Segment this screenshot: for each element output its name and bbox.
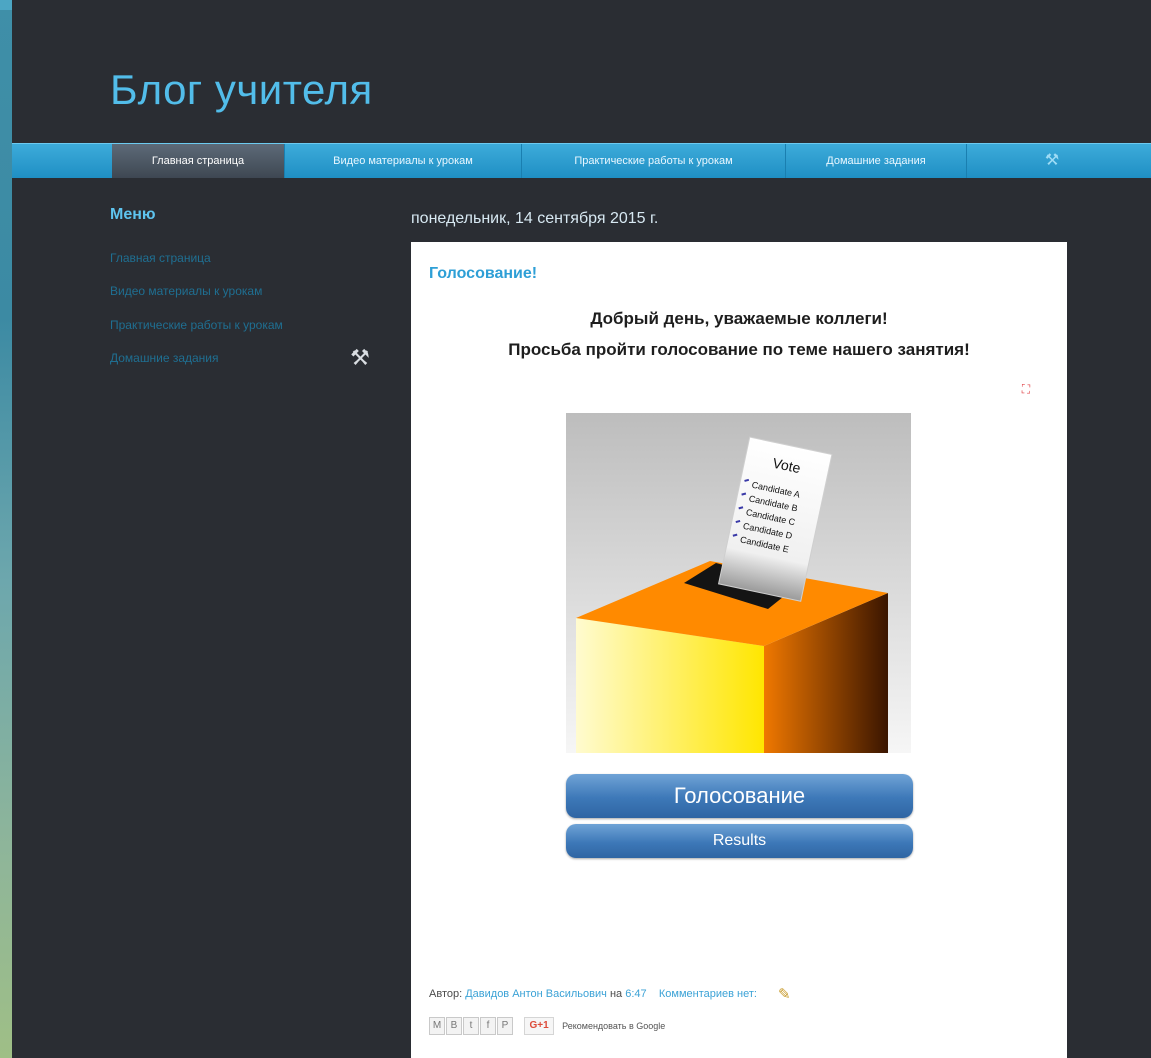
twitter-share-icon[interactable]: t	[463, 1017, 479, 1035]
blog-title[interactable]: Блог учителя	[110, 66, 373, 114]
sidebar-item-video-materials[interactable]: Видео материалы к урокам	[110, 284, 262, 298]
tab-homework[interactable]: Домашние задания	[786, 144, 967, 178]
sidebar-item-home[interactable]: Главная страница	[110, 251, 211, 265]
google-plus-text: Рекомендовать в Google	[562, 1021, 666, 1031]
wrench-screwdriver-icon[interactable]: ⚒	[1042, 152, 1062, 170]
pencil-icon[interactable]: ✎	[778, 985, 791, 1003]
comments-link[interactable]: Комментариев нет:	[659, 988, 757, 1000]
wrench-screwdriver-icon[interactable]: ⚒	[348, 346, 372, 370]
navbar: Главная страница Видео материалы к урока…	[12, 143, 1151, 178]
results-button[interactable]: Results	[566, 824, 913, 858]
blog-page: Блог учителя Главная страница Видео мате…	[12, 0, 1151, 1058]
post-time-link[interactable]: 6:47	[625, 988, 646, 1000]
blogger-share-icon[interactable]: B	[446, 1017, 462, 1035]
tab-video-materials[interactable]: Видео материалы к урокам	[285, 144, 522, 178]
post-greeting: Добрый день, уважаемые коллеги!	[590, 309, 888, 328]
post-footer: Автор: Давидов Антон Васильович на 6:47 …	[429, 985, 791, 1003]
google-plus-button[interactable]: G+1	[524, 1017, 554, 1035]
tab-practical-works[interactable]: Практические работы к урокам	[522, 144, 786, 178]
expand-icon[interactable]: ⛶	[1019, 382, 1033, 396]
vote-button[interactable]: Голосование	[566, 774, 913, 818]
post-date-header: понедельник, 14 сентября 2015 г.	[411, 210, 659, 227]
author-link[interactable]: Давидов Антон Васильович	[465, 988, 607, 1000]
sidebar-item-homework[interactable]: Домашние задания	[110, 351, 219, 365]
pinterest-share-icon[interactable]: P	[497, 1017, 513, 1035]
ballot-box-image: Vote Candidate A Candidate B Candidate C…	[566, 413, 911, 753]
time-prefix: на	[609, 987, 623, 1000]
author-prefix: Автор:	[429, 987, 463, 1000]
post-request: Просьба пройти голосование по теме нашег…	[508, 340, 970, 359]
share-bar: MBtfP G+1 Рекомендовать в Google	[429, 1017, 665, 1039]
sidebar-title: Меню	[110, 206, 156, 223]
blog-post: Голосование! Добрый день, уважаемые колл…	[411, 242, 1067, 1058]
email-share-icon[interactable]: M	[429, 1017, 445, 1035]
facebook-share-icon[interactable]: f	[480, 1017, 496, 1035]
post-title[interactable]: Голосование!	[429, 265, 537, 283]
sidebar-item-practical-works[interactable]: Практические работы к урокам	[110, 318, 283, 332]
tab-home[interactable]: Главная страница	[112, 144, 285, 178]
